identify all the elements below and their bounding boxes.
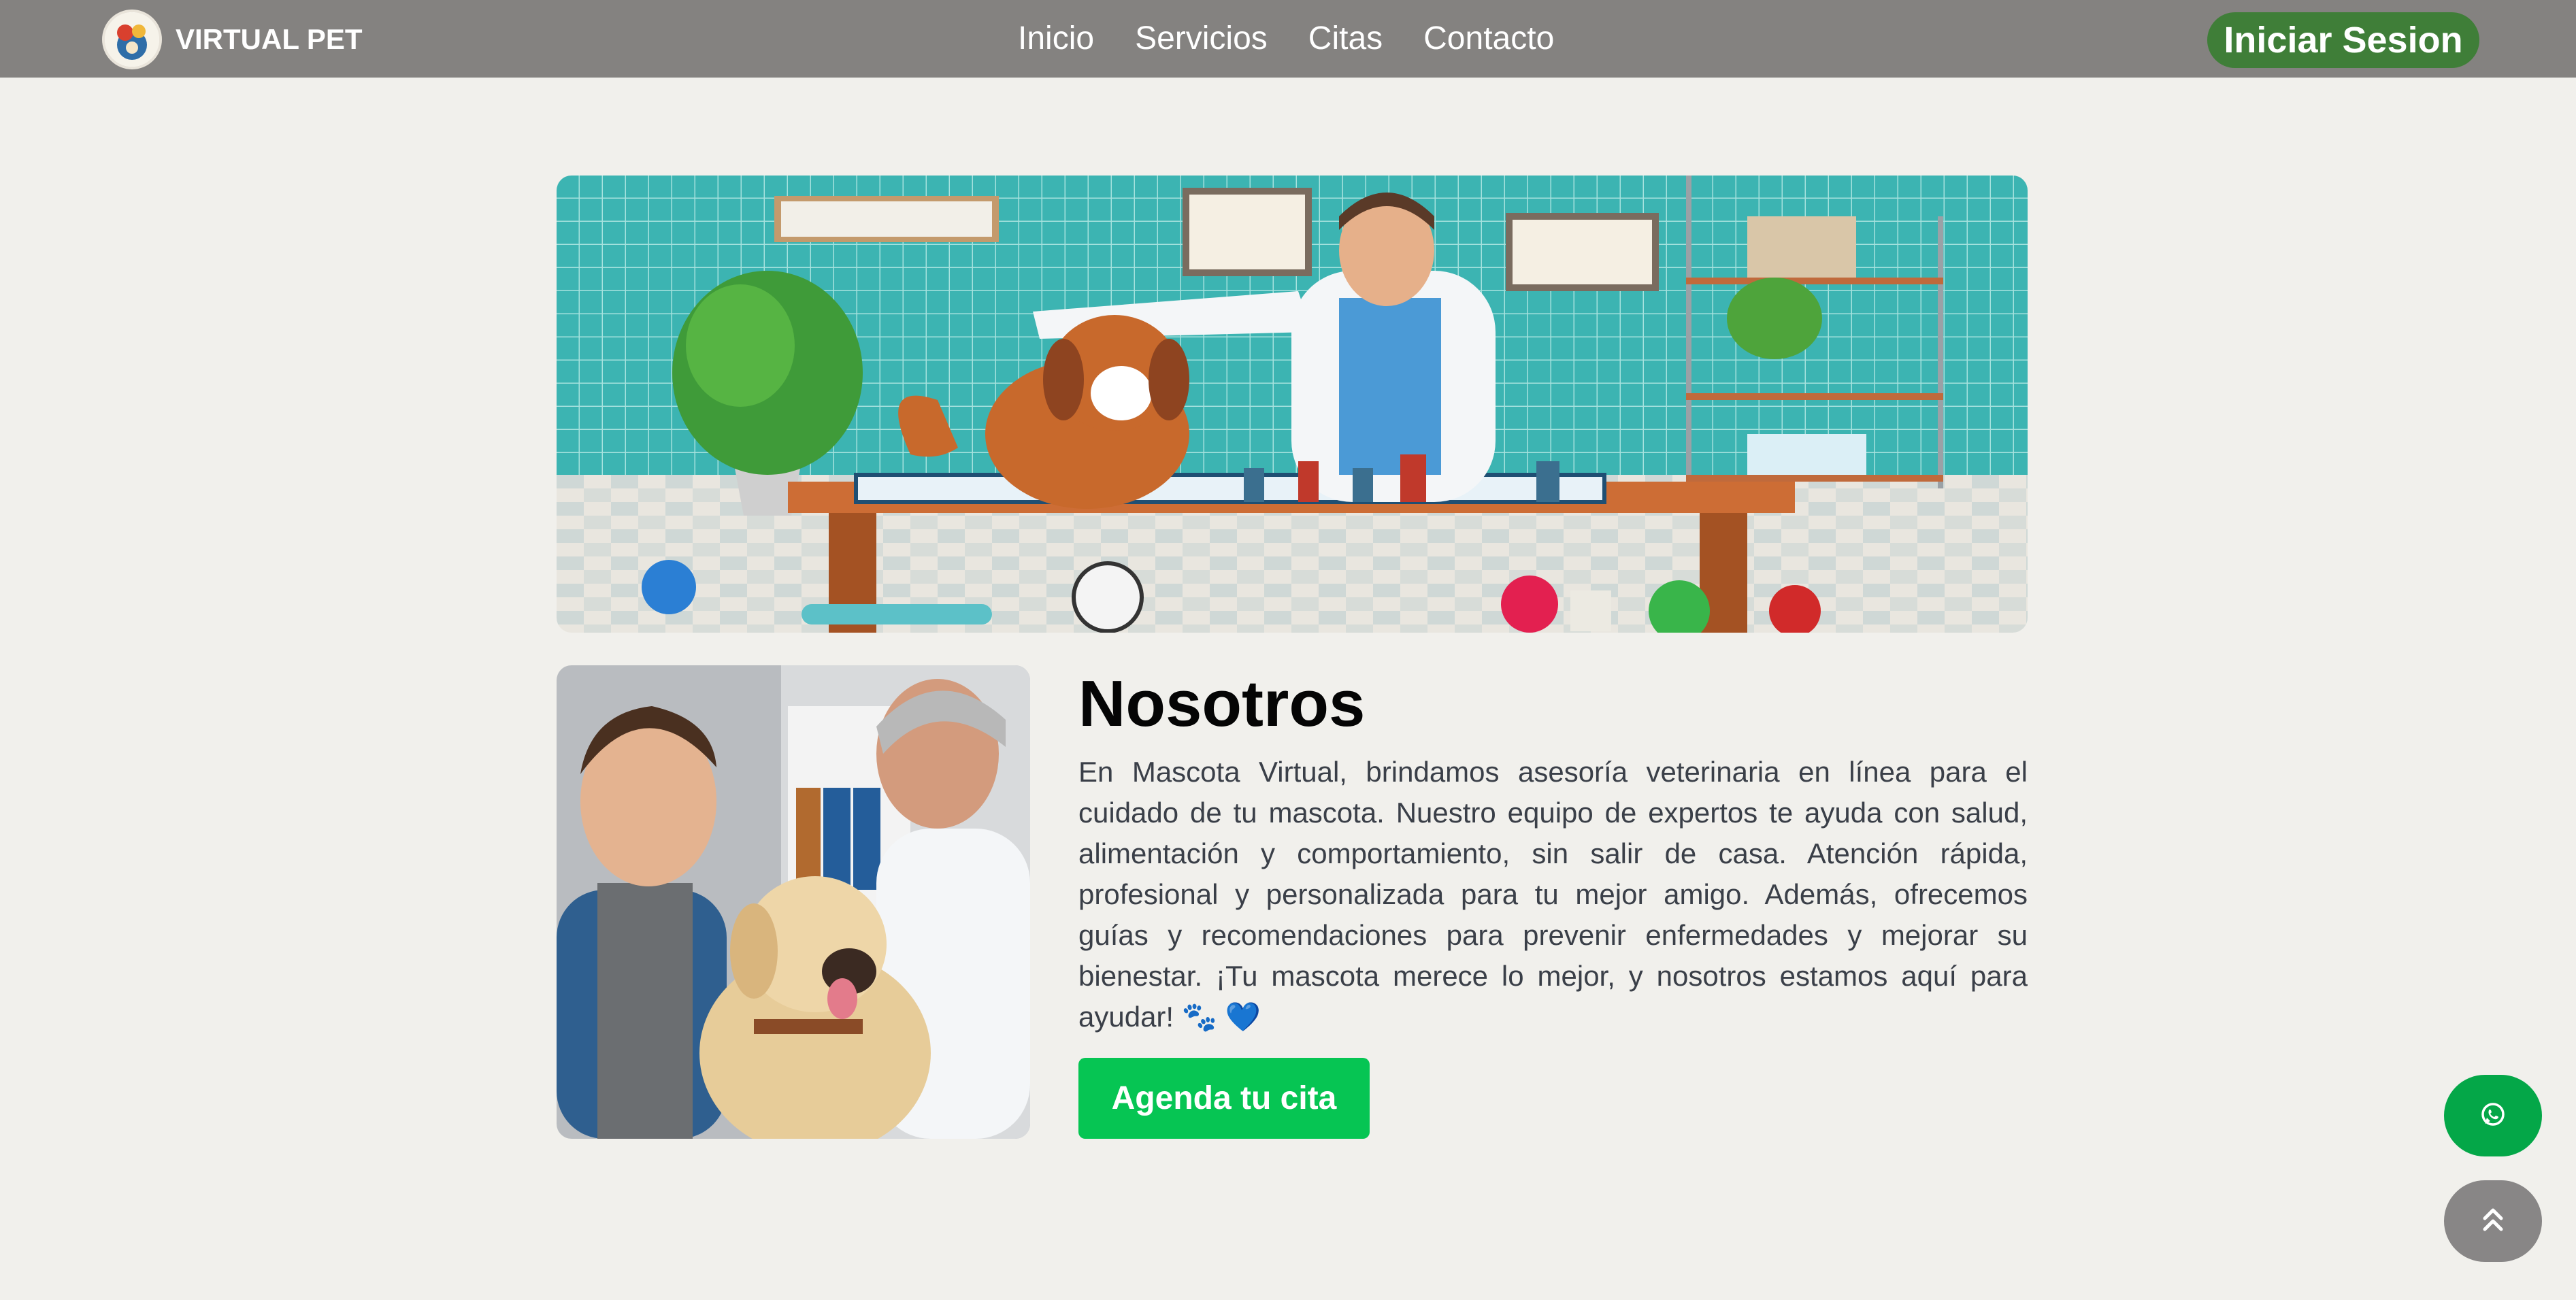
login-button[interactable]: Iniciar Sesion [2207, 12, 2479, 68]
scroll-to-top-button[interactable] [2444, 1180, 2542, 1262]
about-description: En Mascota Virtual, brindamos asesoría v… [1078, 756, 2028, 1033]
main-nav: Inicio Servicios Citas Contacto [1018, 18, 1554, 60]
hero-banner-image [557, 176, 2028, 633]
about-photo-image [557, 665, 1030, 1139]
brand-name[interactable]: VIRTUAL PET [176, 20, 363, 59]
about-title: Nosotros [1078, 667, 1366, 740]
nav-link-inicio[interactable]: Inicio [1018, 18, 1094, 60]
nav-link-citas[interactable]: Citas [1308, 18, 1383, 60]
nav-link-contacto[interactable]: Contacto [1423, 18, 1554, 60]
nav-link-servicios[interactable]: Servicios [1135, 18, 1268, 60]
whatsapp-button[interactable] [2444, 1075, 2542, 1156]
navbar: VIRTUAL PET Inicio Servicios Citas Conta… [0, 0, 2576, 78]
double-chevron-up-icon [2479, 1205, 2507, 1238]
brand-logo[interactable] [102, 10, 162, 69]
book-appointment-button[interactable]: Agenda tu cita [1078, 1058, 1370, 1139]
whatsapp-icon [2479, 1101, 2507, 1131]
